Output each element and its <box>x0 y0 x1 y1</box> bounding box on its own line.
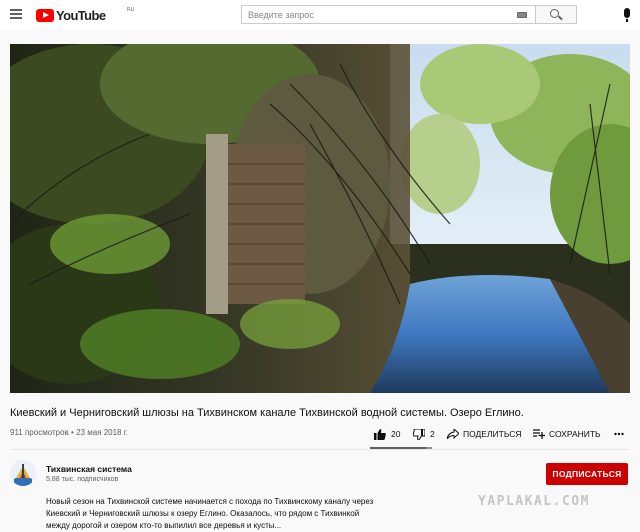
playlist-add-icon <box>533 429 545 439</box>
share-icon <box>447 429 459 439</box>
save-button[interactable]: СОХРАНИТЬ <box>533 426 601 442</box>
description-line: между дорогой и озером кто-то выпилил вс… <box>46 521 282 530</box>
menu-icon[interactable] <box>10 9 22 19</box>
youtube-logo-icon <box>36 9 54 22</box>
masthead: YouTube RU <box>0 0 640 30</box>
youtube-logo[interactable]: YouTube RU <box>36 7 134 23</box>
share-label: ПОДЕЛИТЬСЯ <box>463 429 522 439</box>
mic-icon[interactable] <box>624 8 630 22</box>
logo-text: YouTube <box>56 8 106 23</box>
thumbs-up-icon <box>374 428 386 440</box>
search-bar <box>241 5 577 24</box>
dislike-button[interactable]: 2 <box>413 426 435 442</box>
divider <box>10 449 630 450</box>
keyboard-icon[interactable] <box>517 12 527 18</box>
like-count: 20 <box>391 429 401 439</box>
meta-separator: • <box>71 428 74 437</box>
dislike-count: 2 <box>430 429 435 439</box>
channel-name[interactable]: Тихвинская система <box>46 464 132 474</box>
view-count: 911 просмотров <box>10 428 69 437</box>
video-title: Киевский и Черниговский шлюзы на Тихвинс… <box>10 407 524 419</box>
video-description: Новый сезон на Тихвинской системе начина… <box>46 496 426 532</box>
channel-avatar[interactable] <box>10 460 36 486</box>
search-box <box>241 5 536 24</box>
more-horiz-icon <box>614 432 624 436</box>
description-line: Киевский и Черниговский шлюзы к озеру Ег… <box>46 509 360 518</box>
logo-region: RU <box>127 7 135 13</box>
save-label: СОХРАНИТЬ <box>549 429 601 439</box>
video-player[interactable] <box>10 44 630 393</box>
channel-logo-icon <box>10 460 36 486</box>
more-actions-button[interactable] <box>614 426 624 442</box>
like-button[interactable]: 20 <box>374 426 400 442</box>
subscribe-button[interactable]: ПОДПИСАТЬСЯ <box>546 463 628 485</box>
upload-date: 23 мая 2018 г. <box>76 428 128 437</box>
share-button[interactable]: ПОДЕЛИТЬСЯ <box>447 426 522 442</box>
watermark: YAPLAKAL.COM <box>478 494 590 509</box>
thumbs-down-icon <box>413 428 425 440</box>
search-input[interactable] <box>248 9 528 20</box>
video-meta: 911 просмотров • 23 мая 2018 г. <box>10 428 128 437</box>
description-line: Новый сезон на Тихвинской системе начина… <box>46 497 374 506</box>
search-icon <box>550 9 559 18</box>
search-button[interactable] <box>536 5 577 24</box>
video-frame-image <box>10 44 630 393</box>
subscriber-count: 5,88 тыс. подписчиков <box>46 476 119 483</box>
